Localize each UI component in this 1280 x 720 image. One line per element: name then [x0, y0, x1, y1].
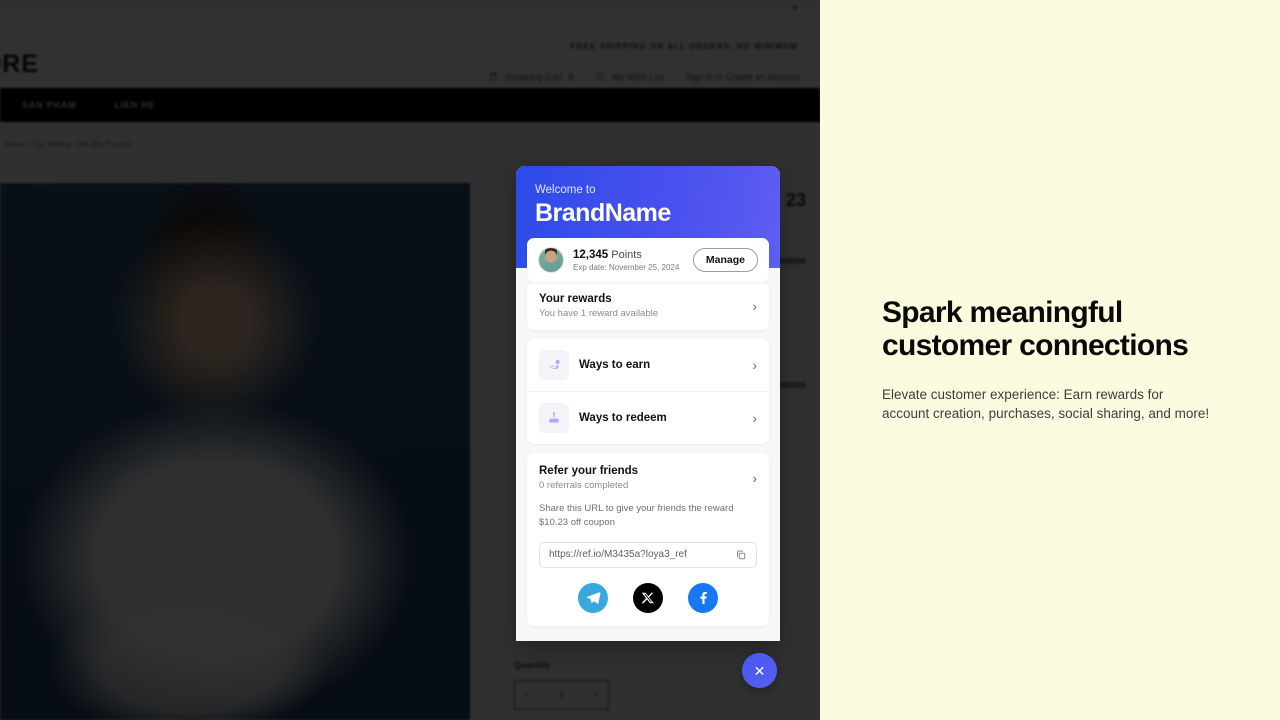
telegram-glyph — [586, 592, 600, 604]
ways-to-redeem-row[interactable]: Ways to redeem › — [527, 391, 769, 444]
app-screen: ● TORE FREE SHIPPING ON ALL ORDERS, NO M… — [0, 0, 1280, 720]
points-text: 12,345 Points Exp date: November 25, 202… — [573, 249, 684, 272]
chevron-right-icon: › — [752, 410, 757, 426]
points-card: 12,345 Points Exp date: November 25, 202… — [527, 238, 769, 282]
ways-to-redeem-title: Ways to redeem — [579, 412, 667, 424]
redeem-gift-glyph — [549, 411, 559, 423]
referral-url-box[interactable] — [539, 541, 757, 568]
marketing-panel: Spark meaningful customer connections El… — [820, 0, 1280, 720]
ways-to-redeem-text: Ways to redeem — [579, 412, 742, 424]
referral-text: Refer your friends 0 referrals completed — [539, 465, 744, 491]
earn-coin-glyph — [548, 360, 560, 369]
redeem-gift-icon — [539, 403, 569, 433]
widget-header: Welcome to BrandName 12,345 Points Exp d… — [516, 166, 780, 282]
x-twitter-icon[interactable] — [633, 582, 663, 613]
your-rewards-title: Your rewards — [539, 293, 612, 305]
points-expiry: Exp date: November 25, 2024 — [573, 262, 680, 272]
referral-title: Refer your friends — [539, 465, 639, 477]
referral-subtitle: 0 referrals completed — [539, 480, 629, 491]
x-glyph — [641, 592, 654, 603]
your-rewards-row[interactable]: Your rewards You have 1 reward available… — [527, 282, 769, 330]
points-value: 12,345 — [573, 248, 609, 261]
marketing-headline: Spark meaningful customer connections — [882, 296, 1189, 362]
points-unit: Points — [611, 248, 642, 261]
social-share-buttons — [539, 582, 757, 613]
referral-header-row[interactable]: Refer your friends 0 referrals completed… — [539, 465, 757, 491]
facebook-glyph — [699, 592, 707, 604]
avatar — [538, 247, 564, 273]
referral-url-input[interactable] — [549, 549, 735, 561]
chevron-right-icon: › — [752, 298, 757, 314]
your-rewards-card: Your rewards You have 1 reward available… — [527, 282, 769, 330]
manage-button[interactable]: Manage — [692, 248, 758, 272]
chevron-right-icon: › — [752, 470, 757, 486]
brand-name: BrandName — [535, 199, 671, 227]
ways-to-earn-title: Ways to earn — [579, 359, 651, 371]
widget-body: Your rewards You have 1 reward available… — [516, 268, 780, 641]
ways-to-earn-text: Ways to earn — [579, 359, 742, 371]
welcome-label: Welcome to — [535, 184, 596, 196]
marketing-subtext: Elevate customer experience: Earn reward… — [882, 386, 1210, 421]
referral-note: Share this URL to give your friends the … — [539, 503, 734, 528]
facebook-icon[interactable] — [688, 582, 718, 613]
earn-coin-icon — [539, 350, 569, 380]
chevron-right-icon: › — [752, 357, 757, 373]
actions-card: Ways to earn › Ways to redeem › — [527, 339, 769, 444]
points-line: 12,345 Points — [573, 249, 684, 261]
your-rewards-subtitle: You have 1 reward available — [539, 308, 659, 319]
telegram-icon[interactable] — [578, 582, 608, 613]
loyalty-widget: Welcome to BrandName 12,345 Points Exp d… — [516, 166, 780, 641]
copy-icon[interactable] — [735, 549, 747, 561]
close-widget-button[interactable]: ✕ — [742, 653, 777, 688]
referral-card: Refer your friends 0 referrals completed… — [527, 453, 769, 626]
your-rewards-text: Your rewards You have 1 reward available — [539, 293, 742, 319]
ways-to-earn-row[interactable]: Ways to earn › — [527, 339, 769, 391]
